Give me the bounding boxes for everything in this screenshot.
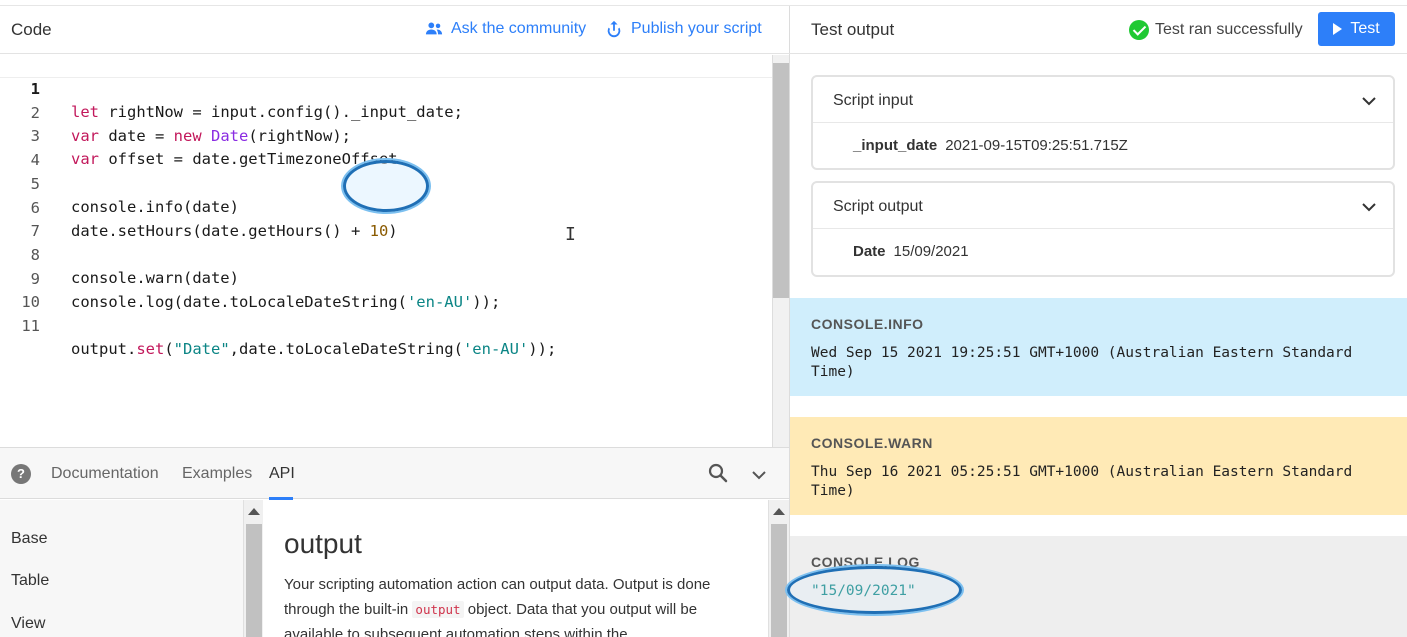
tab-examples[interactable]: Examples	[182, 465, 252, 483]
code-line[interactable]: 4	[0, 126, 772, 169]
ask-community-label: Ask the community	[451, 20, 587, 37]
script-input-title: Script input	[833, 92, 914, 109]
publish-script-label: Publish your script	[631, 20, 762, 37]
scroll-up-arrow[interactable]	[773, 508, 785, 515]
input-value: 2021-09-15T09:25:51.715Z	[945, 137, 1128, 154]
console-warn-block: CONSOLE.WARN Thu Sep 16 2021 05:25:51 GM…	[790, 417, 1407, 515]
test-output-title: Test output	[811, 20, 895, 39]
code-line[interactable]: 10	[0, 268, 772, 311]
editor-scrollbar[interactable]	[772, 55, 789, 447]
code-line[interactable]: 2 var date = new Date(rightNow);	[0, 79, 772, 145]
nav-scrollbar[interactable]	[243, 500, 263, 637]
doc-inline-code: output	[412, 601, 464, 618]
code-line[interactable]: 1 let rightNow = input.config()._input_d…	[0, 55, 772, 121]
highlight-circle	[787, 566, 962, 614]
output-key: Date	[853, 243, 886, 260]
docs-nav: Base Table View	[0, 500, 243, 637]
code-line[interactable]: 8 console.warn(date)	[0, 221, 772, 287]
nav-item-view[interactable]: View	[11, 615, 45, 633]
test-output-pane: Test output Test ran successfully Test S…	[790, 6, 1407, 637]
help-icon[interactable]: ?	[11, 464, 31, 484]
script-output-header[interactable]: Script output	[813, 183, 1393, 229]
console-info-label: CONSOLE.INFO	[811, 316, 924, 332]
ask-community-link[interactable]: Ask the community	[425, 20, 586, 38]
script-output-row: Date 15/09/2021	[853, 243, 969, 260]
console-info-message: Wed Sep 15 2021 19:25:51 GMT+1000 (Austr…	[811, 345, 1353, 380]
code-text: output.set("Date",date.toLocaleDateStrin…	[71, 340, 557, 358]
users-icon	[425, 22, 443, 35]
docs-tabbar: ? Documentation Examples API	[0, 447, 789, 500]
code-line[interactable]: 11 output.set("Date",date.toLocaleDateSt…	[0, 292, 772, 358]
code-title: Code	[11, 20, 52, 39]
console-warn-label: CONSOLE.WARN	[811, 435, 933, 451]
nav-scroll-thumb[interactable]	[246, 524, 262, 637]
chevron-down-icon	[1362, 203, 1376, 212]
text-cursor-icon: I	[565, 224, 576, 245]
code-editor[interactable]: 1 let rightNow = input.config()._input_d…	[0, 55, 772, 447]
output-value: 15/09/2021	[893, 243, 969, 260]
content-scroll-thumb[interactable]	[771, 524, 787, 637]
editor-scroll-thumb[interactable]	[773, 63, 789, 298]
code-line[interactable]: 3 var offset = date.getTimezoneOffset	[0, 102, 772, 168]
script-input-row: _input_date 2021-09-15T09:25:51.715Z	[853, 137, 1128, 154]
nav-item-base[interactable]: Base	[11, 530, 47, 548]
code-header: Code Ask the community Publish your scri…	[0, 6, 790, 54]
test-status-label: Test ran successfully	[1155, 21, 1303, 38]
console-info-block: CONSOLE.INFO Wed Sep 15 2021 19:25:51 GM…	[790, 298, 1407, 396]
script-input-header[interactable]: Script input	[813, 77, 1393, 123]
publish-script-link[interactable]: Publish your script	[605, 20, 762, 38]
docs-content: output Your scripting automation action …	[264, 500, 768, 637]
code-pane: Code Ask the community Publish your scri…	[0, 6, 790, 637]
code-line[interactable]: 9 console.log(date.toLocaleDateString('e…	[0, 245, 772, 311]
tab-documentation[interactable]: Documentation	[51, 465, 159, 483]
app-root: Code Ask the community Publish your scri…	[0, 0, 1407, 637]
test-output-header: Test output Test ran successfully Test	[790, 6, 1407, 54]
script-input-card: Script input _input_date 2021-09-15T09:25…	[811, 75, 1395, 170]
input-key: _input_date	[853, 137, 938, 154]
content-scrollbar[interactable]	[768, 500, 789, 637]
test-status: Test ran successfully	[1129, 20, 1303, 40]
publish-icon	[607, 20, 621, 38]
nav-item-table[interactable]: Table	[11, 572, 49, 590]
script-output-card: Script output Date 15/09/2021	[811, 181, 1395, 277]
console-warn-message: Thu Sep 16 2021 05:25:51 GMT+1000 (Austr…	[811, 464, 1353, 499]
doc-title: output	[284, 528, 362, 559]
script-output-title: Script output	[833, 198, 923, 215]
line-number: 11	[21, 317, 40, 335]
highlight-circle	[343, 160, 429, 212]
test-button-label: Test	[1350, 20, 1380, 37]
tab-api[interactable]: API	[269, 465, 295, 483]
doc-body: Your scripting automation action can out…	[284, 572, 754, 637]
chevron-down-icon	[1362, 97, 1376, 106]
test-button[interactable]: Test	[1318, 12, 1395, 46]
chevron-down-icon[interactable]	[750, 466, 768, 484]
check-circle-icon	[1129, 20, 1149, 40]
play-icon	[1333, 23, 1343, 35]
scroll-up-arrow[interactable]	[248, 508, 260, 515]
search-icon[interactable]	[708, 463, 728, 483]
